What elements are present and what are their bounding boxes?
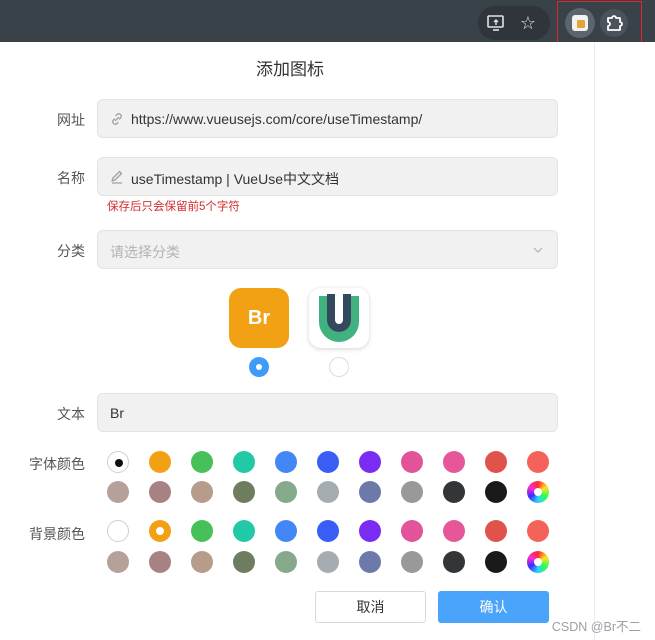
bg-color-swatch[interactable] [485,551,507,573]
url-value: https://www.vueusejs.com/core/useTimesta… [131,111,423,127]
bg-color-swatch[interactable] [401,520,423,542]
category-placeholder: 请选择分类 [110,244,180,260]
bg-color-swatch[interactable] [191,551,213,573]
font-color-picker-icon[interactable] [527,481,549,503]
font-color-swatch[interactable] [233,481,255,503]
category-select[interactable]: 请选择分类 [97,230,558,269]
font-color-swatch[interactable] [359,451,381,473]
bg-color-swatch[interactable] [191,520,213,542]
font-color-swatch[interactable] [485,451,507,473]
font-color-swatch[interactable] [233,451,255,473]
font-color-swatch[interactable] [443,451,465,473]
font-color-swatch[interactable] [317,451,339,473]
icon-option-favicon-radio[interactable] [329,357,349,377]
font-color-swatch[interactable] [527,451,549,473]
font-color-swatch[interactable] [275,481,297,503]
font-color-swatch[interactable] [485,481,507,503]
bg-color-swatch[interactable] [107,520,129,542]
text-label: 文本 [57,406,85,422]
font-color-swatch[interactable] [443,481,465,503]
icon-option-text[interactable]: Br [229,288,289,348]
confirm-button[interactable]: 确认 [438,591,549,623]
font-color-label: 字体颜色 [29,456,85,472]
name-hint: 保存后只会保留前5个字符 [107,201,240,213]
bg-color-picker-icon[interactable] [527,551,549,573]
bg-color-swatch[interactable] [485,520,507,542]
name-label: 名称 [57,170,85,186]
watermark: CSDN @Br不二 [551,620,641,634]
screen-share-icon[interactable] [486,13,506,33]
font-color-swatch[interactable] [191,481,213,503]
url-field[interactable]: https://www.vueusejs.com/core/useTimesta… [97,99,558,138]
font-color-swatch[interactable] [317,481,339,503]
page-background [594,42,655,640]
font-color-swatch[interactable] [149,481,171,503]
font-color-swatch[interactable] [401,481,423,503]
bg-color-swatch[interactable] [317,551,339,573]
bg-color-swatch[interactable] [149,520,171,542]
bg-color-swatch[interactable] [443,551,465,573]
bg-color-swatch[interactable] [149,551,171,573]
text-input[interactable]: Br [97,393,558,432]
font-color-swatch[interactable] [275,451,297,473]
star-icon[interactable]: ☆ [518,13,538,33]
bg-color-swatch[interactable] [275,551,297,573]
vueuse-logo-icon [319,294,359,342]
font-color-swatch[interactable] [107,451,129,473]
cancel-button[interactable]: 取消 [315,591,426,623]
bg-color-label: 背景颜色 [29,526,85,542]
bg-color-swatch[interactable] [359,551,381,573]
font-color-swatch[interactable] [191,451,213,473]
bg-color-swatch[interactable] [527,520,549,542]
bg-color-swatch[interactable] [317,520,339,542]
dialog-title: 添加图标 [256,60,324,79]
chevron-down-icon [531,243,545,257]
bg-color-swatch[interactable] [401,551,423,573]
font-color-swatch[interactable] [149,451,171,473]
url-label: 网址 [57,112,85,128]
name-field[interactable]: useTimestamp | VueUse中文文档 [97,157,558,196]
icon-option-text-radio[interactable] [249,357,269,377]
font-color-swatch[interactable] [401,451,423,473]
name-value: useTimestamp | VueUse中文文档 [131,171,339,187]
bg-color-swatch[interactable] [233,520,255,542]
font-color-swatch[interactable] [359,481,381,503]
bg-color-swatch[interactable] [275,520,297,542]
font-color-swatch[interactable] [107,481,129,503]
text-value: Br [110,405,124,421]
bg-color-swatch[interactable] [233,551,255,573]
category-label: 分类 [57,243,85,259]
icon-option-favicon[interactable] [309,288,369,348]
bg-color-swatch[interactable] [443,520,465,542]
bg-color-swatch[interactable] [107,551,129,573]
bg-color-swatch[interactable] [359,520,381,542]
pencil-icon [109,169,125,185]
link-icon [109,111,125,127]
